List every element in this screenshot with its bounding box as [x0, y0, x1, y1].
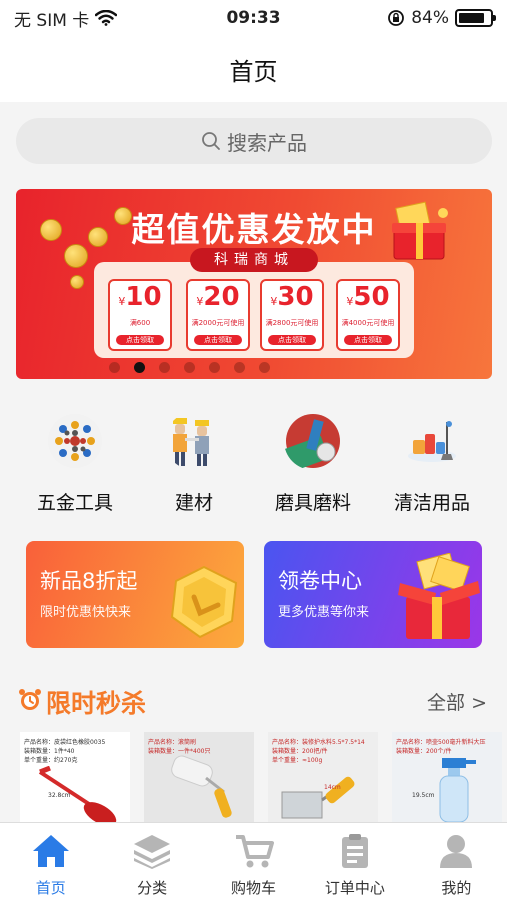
building-materials-icon — [173, 418, 209, 466]
abrasives-icon — [283, 414, 340, 473]
promo-subtitle: 限时优惠快快来 — [40, 605, 132, 620]
category-item-abrasives[interactable]: 磨具磨料 — [253, 412, 373, 515]
coupon-claim-button[interactable]: 点击领取 — [268, 335, 316, 345]
product-spec: 产品名称：喷壶500毫升新料大压 装箱数量：200个/件 — [396, 739, 486, 755]
coupon-condition: 满600 — [129, 319, 151, 327]
coupon-card[interactable]: ¥50 满4000元可使用 点击领取 — [336, 279, 400, 351]
coupon-claim-button[interactable]: 点击领取 — [194, 335, 242, 345]
profile-icon — [440, 835, 473, 868]
flash-sale-title: 限时秒杀 — [46, 689, 147, 718]
orientation-lock-icon — [388, 10, 405, 26]
category-label: 建材 — [174, 492, 213, 514]
coupon-amount: ¥50 — [346, 282, 390, 312]
promo-title: 新品8折起 — [40, 569, 138, 593]
tab-label: 首页 — [35, 879, 66, 897]
promo-banner[interactable]: 超值优惠发放中 科瑞商城 ¥10 满600 点击领取 ¥20 满2000元可使用… — [16, 189, 492, 379]
coupon-claim-button[interactable]: 点击领取 — [116, 335, 164, 345]
coupon-card[interactable]: ¥10 满600 点击领取 — [108, 279, 172, 351]
coupon-card[interactable]: ¥20 满2000元可使用 点击领取 — [186, 279, 250, 351]
carousel-dot[interactable] — [133, 362, 145, 373]
coupon-condition: 满4000元可使用 — [341, 319, 395, 327]
category-item-hardware-tools[interactable]: 五金工具 — [15, 412, 135, 515]
bottom-tab-bar: 首页 分类 购物车 订单中心 我的 — [0, 822, 507, 900]
promo-card-coupon-center[interactable]: 领卷中心 更多优惠等你来 — [264, 541, 482, 648]
status-left: 无 SIM 卡 — [14, 6, 118, 31]
banner-store-name: 科瑞商城 — [190, 248, 318, 272]
gold-coin-icon — [70, 275, 84, 289]
product-dimension: 19.5cm — [412, 792, 435, 799]
hardware-tools-icon — [48, 414, 102, 468]
category-label: 清洁用品 — [393, 492, 470, 514]
spray-bottle-product-image — [439, 758, 476, 822]
coupon-card[interactable]: ¥30 满2800元可使用 点击领取 — [260, 279, 324, 351]
product-card[interactable]: 产品名称：皮袋红色橡胶0035 装箱数量：1件*40 单个重量：约270克 32… — [20, 732, 130, 822]
home-icon — [32, 835, 69, 867]
product-card[interactable]: 产品名称：滚筒刷 装箱数量：一件*400只 — [144, 732, 254, 822]
cleaning-supplies-icon — [408, 421, 456, 462]
page-title: 首页 — [229, 57, 278, 86]
banner-headline: 超值优惠发放中 — [131, 210, 377, 249]
coupon-condition: 满2800元可使用 — [265, 319, 319, 327]
status-bar: 无 SIM 卡 09:33 84% — [0, 0, 507, 36]
product-card[interactable]: 产品名称：装修护水料5.5*7.5*14 装箱数量：200把/件 单个重量：≈1… — [268, 732, 378, 822]
product-dimension: 14cm — [324, 784, 341, 791]
promo-title: 领卷中心 — [278, 569, 362, 593]
battery-icon — [455, 9, 496, 27]
coupon-amount: ¥30 — [270, 282, 314, 312]
carrier-label: 无 SIM 卡 — [14, 10, 90, 31]
alarm-clock-icon — [19, 689, 41, 710]
putty-knife-product-image — [281, 776, 355, 819]
search-placeholder: 搜索产品 — [227, 130, 307, 155]
tab-home[interactable]: 首页 — [0, 823, 101, 900]
category-label: 五金工具 — [36, 492, 113, 514]
search-input[interactable]: 搜索产品 — [16, 118, 492, 164]
category-layers-icon — [134, 835, 171, 869]
tab-orders[interactable]: 订单中心 — [304, 823, 405, 900]
battery-fill — [459, 13, 485, 23]
carousel-dot[interactable] — [258, 362, 270, 373]
cart-icon — [235, 835, 274, 868]
plunger-product-image — [38, 766, 117, 822]
tab-label: 我的 — [441, 879, 472, 897]
tab-profile[interactable]: 我的 — [406, 823, 507, 900]
product-spec: 产品名称：装修护水料5.5*7.5*14 装箱数量：200把/件 单个重量：≈1… — [272, 739, 365, 764]
carousel-dot[interactable] — [108, 362, 120, 373]
tab-category[interactable]: 分类 — [101, 823, 202, 900]
search-icon — [202, 132, 220, 150]
flash-sale-view-all-link[interactable]: 全部 > — [427, 688, 487, 715]
product-spec: 产品名称：皮袋红色橡胶0035 装箱数量：1件*40 单个重量：约270克 — [24, 739, 106, 764]
coupon-amount: ¥10 — [118, 282, 162, 312]
product-card[interactable]: 产品名称：喷壶500毫升新料大压 装箱数量：200个/件 19.5cm — [392, 732, 502, 822]
flash-sale-product-list: 产品名称：皮袋红色橡胶0035 装箱数量：1件*40 单个重量：约270克 32… — [20, 732, 507, 822]
carousel-dot[interactable] — [158, 362, 170, 373]
tab-label: 分类 — [137, 879, 168, 897]
carousel-dots — [16, 362, 492, 373]
order-clipboard-icon — [341, 834, 368, 868]
wifi-icon — [95, 10, 118, 26]
category-label: 磨具磨料 — [274, 492, 351, 514]
red-gift-box-icon — [398, 553, 480, 639]
category-item-building-materials[interactable]: 建材 — [134, 412, 254, 515]
coupon-condition: 满2000元可使用 — [191, 319, 245, 327]
coupon-claim-button[interactable]: 点击领取 — [344, 335, 392, 345]
paint-roller-product-image — [171, 755, 232, 818]
promo-card-new-products[interactable]: 新品8折起 限时优惠快快来 — [26, 541, 244, 648]
carousel-dot[interactable] — [233, 362, 245, 373]
flash-sale-header: 限时秒杀 全部 > — [0, 680, 507, 720]
battery-percent: 84% — [411, 8, 449, 28]
promo-subtitle: 更多优惠等你来 — [278, 605, 370, 620]
carousel-dot[interactable] — [183, 362, 195, 373]
gold-tag-icon — [170, 565, 238, 639]
coupon-amount: ¥20 — [196, 282, 240, 312]
tab-cart[interactable]: 购物车 — [203, 823, 304, 900]
tab-label: 购物车 — [231, 879, 277, 897]
tab-label: 订单中心 — [324, 879, 385, 897]
product-dimension: 32.8cm — [48, 792, 71, 799]
nav-bar: 首页 — [0, 36, 507, 102]
category-grid: 五金工具 建材 磨具磨料 清洁用品 — [0, 412, 507, 517]
category-item-cleaning-supplies[interactable]: 清洁用品 — [372, 412, 492, 515]
carousel-dot[interactable] — [208, 362, 220, 373]
status-right: 84% — [387, 8, 496, 28]
